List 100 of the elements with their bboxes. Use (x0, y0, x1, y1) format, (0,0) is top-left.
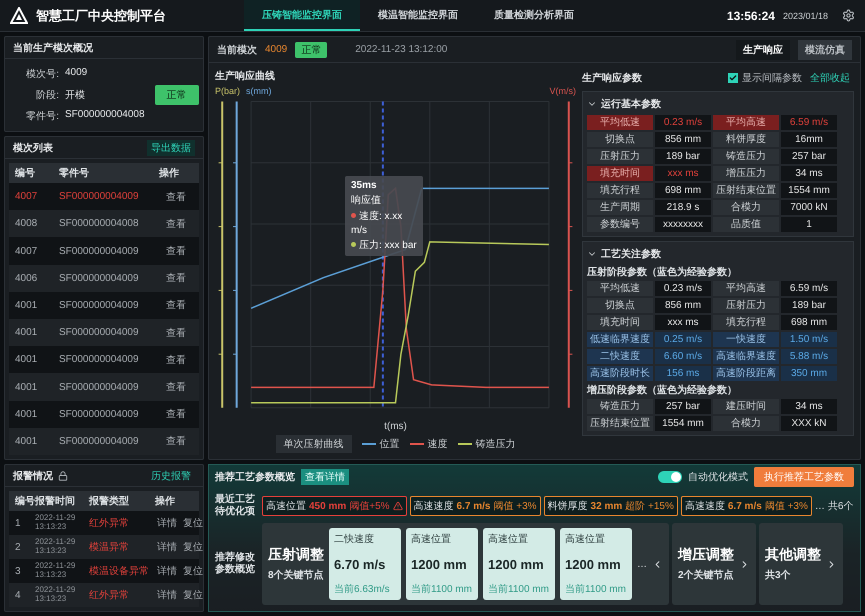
nav-tab[interactable]: 压铸智能监控界面 (244, 0, 360, 31)
card-title: 压射调整 (268, 546, 324, 564)
parameter-value: 1200 mm (411, 556, 468, 572)
view-link[interactable]: 查看 (159, 298, 193, 312)
param-label: 填充时间 (587, 166, 653, 181)
adjustment-card[interactable]: 其他调整 共3个 (759, 523, 843, 605)
table-cell-text: 4008 (15, 218, 38, 230)
param-label: 切换点 (587, 132, 653, 147)
table-cell-text: 4007 (15, 246, 38, 256)
view-link[interactable]: 查看 (159, 352, 193, 367)
view-link[interactable]: 查看 (159, 434, 193, 448)
table-cell-text: SF000000004009 (59, 246, 140, 256)
action-link[interactable]: 复位 (181, 516, 205, 530)
item-count: 共6个 (828, 500, 854, 513)
table-row[interactable]: 4001 SF000000004009 查看 (9, 428, 199, 456)
parameter-name: 高速位置 (411, 532, 452, 546)
table-row[interactable]: 4001 SF000000004009 查看 (9, 319, 199, 346)
view-link[interactable]: 查看 (159, 190, 193, 204)
view-toggle[interactable]: 模流仿真 (798, 40, 852, 60)
toggle-switch[interactable] (658, 471, 682, 483)
table-cell-text: 4001 (15, 382, 38, 393)
chip-delta: 阈值+5% (349, 500, 390, 513)
table-row[interactable]: 4006 SF000000004009 查看 (9, 264, 199, 292)
legend-label: 位置 (380, 438, 400, 451)
pending-item-chip[interactable]: 高速速度 6.7 m/s 阈值 +3% (410, 496, 541, 516)
action-link[interactable]: 详情 (155, 540, 179, 554)
table-cell-text: SF000000004009 (59, 382, 140, 393)
axis-label: P(bar) (215, 86, 240, 96)
pending-item-chip[interactable]: 料饼厚度 32 mm 超阶 +15% (544, 496, 678, 516)
param-value: 856 mm (655, 298, 711, 313)
alarm-time: 2022-11-29 13:13:23 (35, 562, 76, 580)
action-link[interactable]: 详情 (155, 564, 179, 578)
checkbox[interactable] (728, 73, 738, 83)
pending-item-chip[interactable]: 高速速度 6.7 m/s 阈值 +3% (680, 496, 812, 516)
view-toggle[interactable]: 生产响应 (736, 40, 790, 60)
param-value: 6.60 m/s (655, 349, 711, 364)
panel-title: 生产响应参数 (582, 71, 642, 85)
param-value: 698 mm (655, 183, 711, 198)
app-title: 智慧工厂中央控制平台 (36, 6, 166, 24)
param-value: 1554 mm (655, 416, 711, 431)
axis-label: V(m/s) (550, 86, 576, 96)
action-link[interactable]: 复位 (181, 588, 205, 602)
param-label: 压射压力 (587, 149, 653, 164)
table-cell-text: SF000000004009 (59, 272, 140, 284)
table-cell-text: SF000000004009 (59, 327, 140, 338)
adjustment-card[interactable]: 压射调整 8个关键节点 二快速度 6.70 m/s 当前6.63m/s 高速位置 1200 mm 当前1100 mm 高速位置 1200 mm 当前1100 mm 高速位置 1200 mm 当前1100 mm … (262, 523, 669, 605)
table-row[interactable]: 4007 SF000000004009 查看 (9, 183, 199, 210)
param-label: 增压压力 (713, 166, 779, 181)
param-label: 合模力 (713, 200, 779, 215)
panel-title: 推荐工艺参数概览 (215, 470, 295, 484)
param-label: 填充时间 (587, 315, 653, 330)
nav-tab[interactable]: 质量检测分析界面 (476, 0, 592, 31)
action-link[interactable]: 复位 (181, 564, 205, 578)
param-value: 34 ms (781, 399, 837, 414)
action-link[interactable]: 详情 (155, 588, 179, 602)
table-row[interactable]: 4008 SF000000004008 查看 (9, 210, 199, 238)
param-value: xxx ms (655, 315, 711, 330)
view-link[interactable]: 查看 (159, 380, 193, 394)
collapse-all-link[interactable]: 全部收起 (806, 70, 854, 86)
alarm-time: 2022-11-29 13:13:23 (35, 514, 76, 532)
param-label: 铸造压力 (713, 149, 779, 164)
table-cell-text: 3 (15, 566, 22, 576)
table-row[interactable]: 4007 SF000000004009 查看 (9, 237, 199, 265)
detail-link[interactable]: 查看详情 (301, 469, 349, 485)
view-link[interactable]: 查看 (159, 407, 193, 422)
param-label: 品质值 (713, 217, 779, 232)
param-value: 0.25 m/s (655, 332, 711, 347)
pending-item-chip[interactable]: 高速位置 450 mm 阈值+5% (262, 496, 407, 516)
param-value: 189 bar (655, 149, 711, 164)
view-link[interactable]: 查看 (159, 244, 193, 258)
view-link[interactable]: 查看 (159, 271, 193, 286)
table-cell-text: 1 (15, 518, 22, 528)
legend-label: 速度 (428, 438, 448, 451)
action-link[interactable]: 详情 (155, 516, 179, 530)
view-link[interactable]: 查看 (159, 216, 193, 231)
table-row[interactable]: 4001 SF000000004009 查看 (9, 400, 199, 428)
status-badge: 正常 (295, 42, 328, 58)
param-label: 压射结束位置 (713, 183, 779, 198)
parameter-name: 高速位置 (565, 532, 606, 546)
nav-tab[interactable]: 模温智能监控界面 (360, 0, 476, 31)
chart-title: 生产响应曲线 (215, 69, 276, 83)
settings-icon[interactable] (842, 9, 855, 22)
current-value: 当前1100 mm (565, 582, 627, 596)
table-row[interactable]: 4001 SF000000004009 查看 (9, 346, 199, 374)
export-link[interactable]: 导出数据 (147, 140, 195, 156)
parameter-name: 高速位置 (488, 532, 529, 546)
history-link[interactable]: 历史报警 (147, 468, 195, 484)
table-cell-text: 2 (15, 542, 22, 552)
alarm-type: 红外异常 (89, 516, 130, 530)
chip-name: 高速速度 (414, 500, 454, 513)
field-label: 模次号: (25, 68, 59, 81)
table-cell-text: 4001 (15, 436, 38, 447)
table-row[interactable]: 4001 SF000000004009 查看 (9, 373, 199, 401)
table-row[interactable]: 4001 SF000000004009 查看 (9, 292, 199, 320)
current-value: 当前1100 mm (488, 582, 550, 596)
action-link[interactable]: 复位 (181, 540, 205, 554)
chip-value: 32 mm (590, 500, 622, 512)
adjustment-card[interactable]: 增压调整 2个关键节点 (672, 523, 756, 605)
timestamp: 2022-11-23 13:12:00 (355, 44, 448, 55)
view-link[interactable]: 查看 (159, 326, 193, 340)
